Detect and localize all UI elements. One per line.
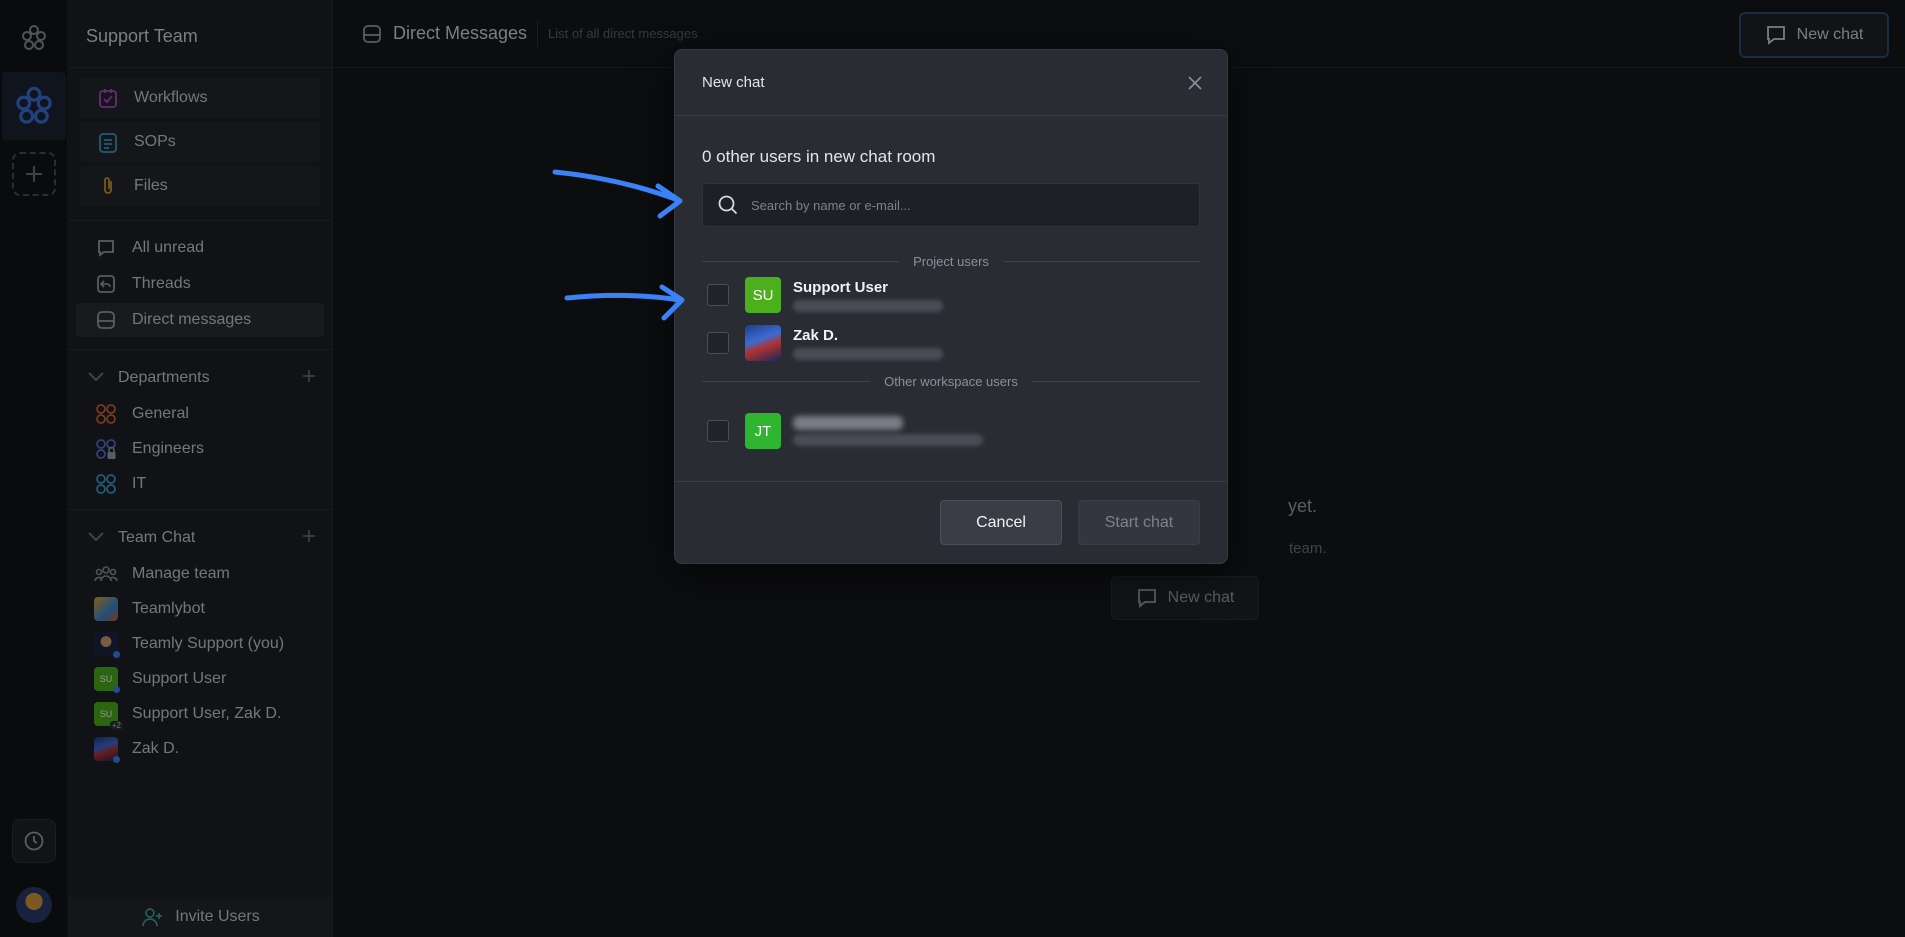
user-info — [793, 416, 983, 446]
user-email-redacted — [793, 299, 943, 312]
dialog-header: New chat — [675, 50, 1227, 116]
dialog-title: New chat — [702, 74, 765, 91]
user-checkbox[interactable] — [707, 332, 729, 354]
user-avatar — [745, 325, 781, 361]
user-name-redacted — [793, 416, 903, 430]
cancel-button[interactable]: Cancel — [940, 500, 1062, 545]
user-checkbox[interactable] — [707, 284, 729, 306]
user-email-redacted — [793, 434, 983, 446]
start-chat-button[interactable]: Start chat — [1078, 500, 1200, 545]
search-icon — [717, 194, 739, 216]
user-checkbox[interactable] — [707, 420, 729, 442]
user-avatar: SU — [745, 277, 781, 313]
user-info: Zak D. — [793, 327, 943, 360]
divider-label: Project users — [899, 253, 1003, 269]
app-root: Support Team Workflows SOPs Files All un… — [0, 0, 1905, 937]
dialog-body: 0 other users in new chat room Project u… — [675, 147, 1227, 455]
other-users-divider: Other workspace users — [702, 373, 1200, 389]
search-input[interactable] — [751, 197, 1171, 213]
user-search-box[interactable] — [702, 183, 1200, 227]
user-row-zak[interactable]: Zak D. — [702, 319, 1200, 367]
user-row-other[interactable]: JT — [702, 407, 1200, 455]
user-name: Zak D. — [793, 326, 839, 344]
annotation-arrow-icon — [552, 169, 683, 219]
project-users-divider: Project users — [702, 253, 1200, 269]
selected-count-text: 0 other users in new chat room — [702, 147, 936, 166]
new-chat-dialog: New chat 0 other users in new chat room … — [674, 49, 1228, 564]
user-name: Support User — [793, 278, 889, 296]
dialog-footer: Cancel Start chat — [675, 481, 1227, 563]
close-icon[interactable] — [1185, 73, 1205, 93]
user-row-support-user[interactable]: SU Support User — [702, 271, 1200, 319]
divider-label: Other workspace users — [870, 373, 1032, 389]
annotation-arrow-icon — [564, 284, 685, 321]
user-avatar: JT — [745, 413, 781, 449]
user-info: Support User — [793, 279, 943, 312]
user-email-redacted — [793, 347, 943, 360]
